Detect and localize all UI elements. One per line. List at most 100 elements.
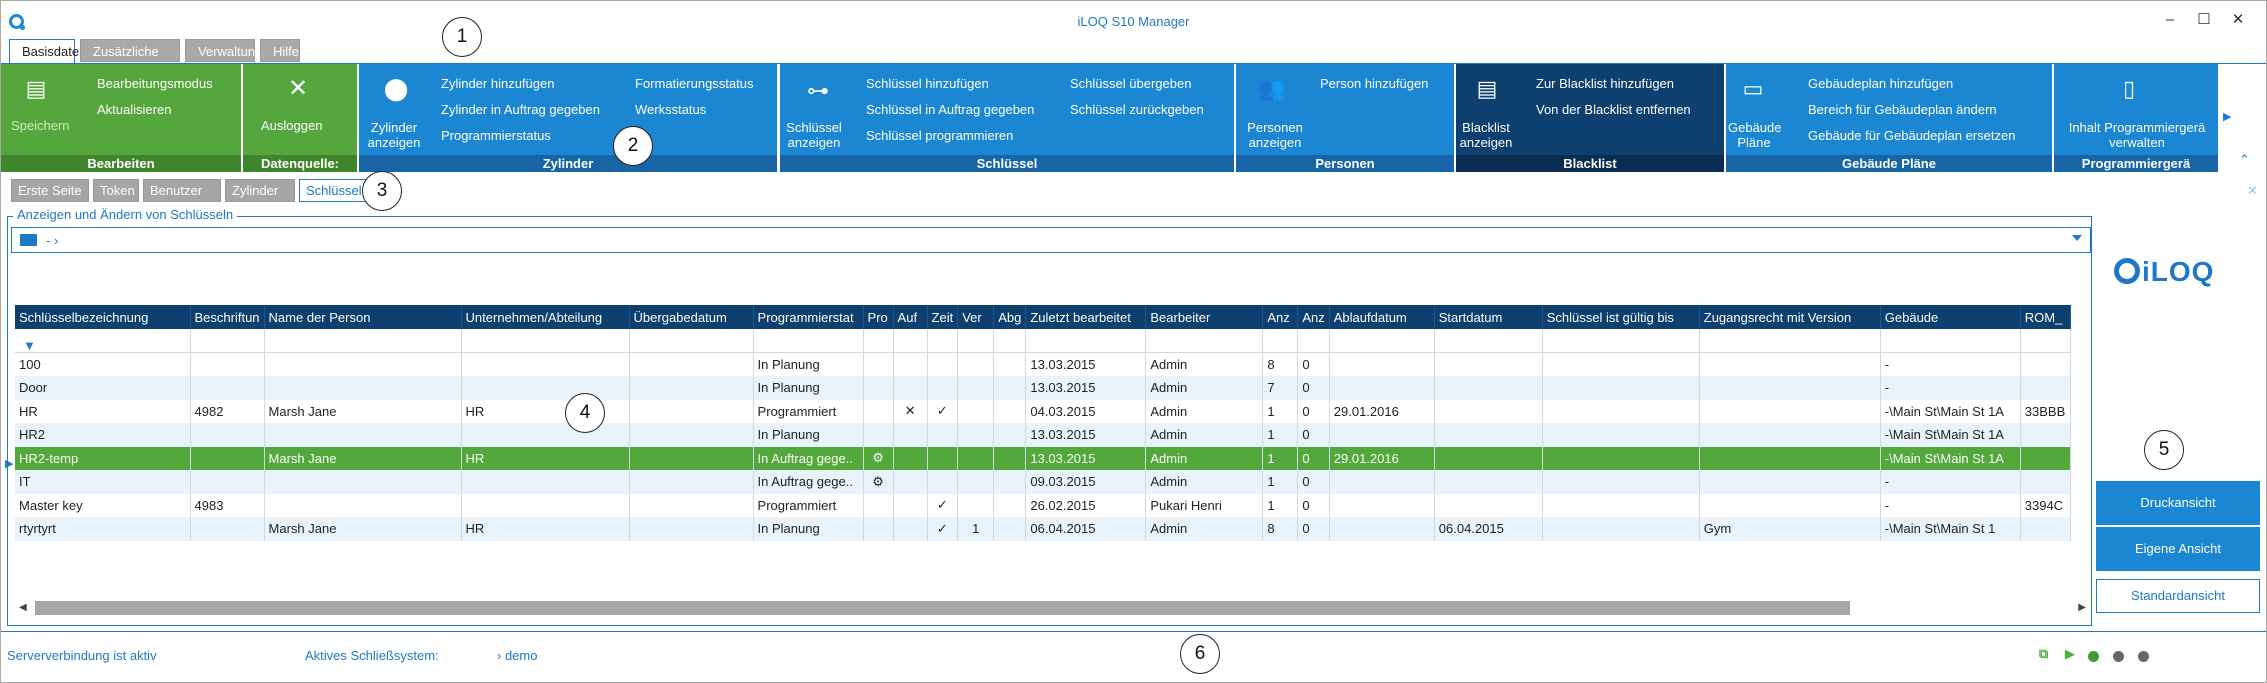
table-row[interactable]: Door In Planung 13.03.2015 Admin 7 0 - xyxy=(15,376,2071,400)
collapse-ribbon-icon[interactable]: ⌃ xyxy=(2239,152,2250,168)
column-header[interactable]: Pro xyxy=(863,305,894,329)
remove-from-blacklist-button[interactable]: Von der Blacklist entfernen xyxy=(1536,102,1691,117)
tab-verwaltung[interactable]: Verwaltung xyxy=(185,39,262,62)
show-persons-button[interactable]: Personen anzeigen xyxy=(1240,120,1310,150)
program-key-button[interactable]: Schlüssel programmieren xyxy=(866,128,1013,143)
column-header[interactable]: Abg xyxy=(993,305,1027,329)
add-key-button[interactable]: Schlüssel hinzufügen xyxy=(866,76,989,91)
change-area-button[interactable]: Bereich für Gebäudeplan ändern xyxy=(1808,102,1997,117)
column-header[interactable]: Gebäude xyxy=(1880,305,2021,329)
tab-benutzer[interactable]: Benutzer xyxy=(143,179,221,202)
key-ordered-button[interactable]: Schlüssel in Auftrag gegeben xyxy=(866,102,1034,117)
add-cylinder-button[interactable]: Zylinder hinzufügen xyxy=(441,76,554,91)
column-header[interactable]: Schlüssel ist gültig bis xyxy=(1542,305,1700,329)
scrollbar-thumb[interactable] xyxy=(35,601,1850,615)
column-header[interactable]: Ver xyxy=(957,305,995,329)
column-header[interactable]: Startdatum xyxy=(1434,305,1543,329)
close-tab-icon[interactable]: ✕ xyxy=(2247,183,2258,199)
table-cell: 0 xyxy=(1297,399,1330,423)
own-view-button[interactable]: Eigene Ansicht xyxy=(2096,527,2260,571)
table-row[interactable]: HR2-temp Marsh Jane HR In Auftrag gege.. ⚙ 13… xyxy=(15,446,2071,470)
standard-view-button[interactable]: Standardansicht xyxy=(2096,579,2260,613)
cylinder-icon: ⬤ xyxy=(383,76,409,101)
refresh-button[interactable]: Aktualisieren xyxy=(97,102,171,117)
tab-zusaetzliche-daten[interactable]: Zusätzliche Daten xyxy=(80,39,180,82)
table-cell xyxy=(957,423,995,447)
ribbon-scroll-right-icon[interactable]: ▶ xyxy=(2223,110,2231,123)
column-header[interactable]: Bearbeiter xyxy=(1145,305,1264,329)
programming-status-button[interactable]: Programmierstatus xyxy=(441,128,551,143)
add-building-plan-button[interactable]: Gebäudeplan hinzufügen xyxy=(1808,76,1953,91)
table-cell xyxy=(893,517,928,541)
logout-button[interactable]: Ausloggen xyxy=(261,118,322,133)
add-person-button[interactable]: Person hinzufügen xyxy=(1320,76,1428,91)
table-cell xyxy=(1434,352,1543,376)
table-row[interactable]: IT In Auftrag gege.. ⚙ 09.03.2015 Admin 1 0 - xyxy=(15,470,2071,494)
print-view-button[interactable]: Druckansicht xyxy=(2096,481,2260,525)
column-header[interactable]: Anz xyxy=(1262,305,1299,329)
column-header[interactable]: Zeit xyxy=(927,305,959,329)
tab-schluessel[interactable]: Schlüssel xyxy=(299,179,367,202)
path-dropdown[interactable]: - › xyxy=(11,227,2091,253)
factory-status-button[interactable]: Werksstatus xyxy=(635,102,706,117)
table-cell xyxy=(461,376,630,400)
column-header[interactable]: Zugangsrecht mit Version xyxy=(1699,305,1881,329)
group-title: Blacklist xyxy=(1456,155,1724,172)
column-header[interactable]: ROM_ xyxy=(2020,305,2071,329)
column-header[interactable]: Zuletzt bearbeitet xyxy=(1025,305,1147,329)
return-key-button[interactable]: Schlüssel zurückgeben xyxy=(1070,102,1204,117)
table-cell xyxy=(893,423,928,447)
table-cell: Admin xyxy=(1145,399,1264,423)
table-row[interactable]: HR 4982 Marsh Jane HR Programmiert ✕ ✓ 04.03.20… xyxy=(15,399,2071,423)
column-header[interactable]: Auf xyxy=(893,305,928,329)
save-button[interactable]: Speichern xyxy=(11,118,70,133)
close-button[interactable]: ✕ xyxy=(2227,11,2249,29)
active-system-value[interactable]: › demo xyxy=(497,648,537,663)
column-header[interactable]: Übergabedatum xyxy=(629,305,754,329)
table-cell: 0 xyxy=(1297,423,1330,447)
column-header[interactable]: Unternehmen/Abteilung xyxy=(461,305,630,329)
horizontal-scrollbar[interactable]: ◀ ▶ xyxy=(15,599,2090,617)
manage-programming-device-button[interactable]: Inhalt Programmiergerä verwalten xyxy=(2056,120,2218,150)
scroll-right-icon[interactable]: ▶ xyxy=(2078,599,2086,617)
minimize-button[interactable]: – xyxy=(2159,11,2181,29)
handover-key-button[interactable]: Schlüssel übergeben xyxy=(1070,76,1191,91)
maximize-button[interactable]: ☐ xyxy=(2193,11,2215,29)
table-cell xyxy=(893,446,928,470)
replace-building-button[interactable]: Gebäude für Gebäudeplan ersetzen xyxy=(1808,128,2015,143)
show-cylinders-button[interactable]: Zylinder anzeigen xyxy=(363,120,425,150)
scroll-left-icon[interactable]: ◀ xyxy=(19,599,27,617)
cylinder-ordered-button[interactable]: Zylinder in Auftrag gegeben xyxy=(441,102,600,117)
show-building-plans-button[interactable]: Gebäude Pläne xyxy=(1728,120,1782,150)
table-cell xyxy=(629,517,754,541)
table-cell xyxy=(1434,399,1543,423)
tab-hilfe[interactable]: Hilfe xyxy=(260,39,300,62)
tab-token[interactable]: Token xyxy=(93,179,139,202)
filter-icon[interactable]: ▼ xyxy=(23,338,36,353)
show-blacklist-button[interactable]: Blacklist anzeigen xyxy=(1458,120,1514,150)
show-keys-button[interactable]: Schlüssel anzeigen xyxy=(784,120,844,150)
table-row[interactable]: HR2 In Planung 13.03.2015 Admin 1 0 -\Main St\… xyxy=(15,423,2071,447)
add-to-blacklist-button[interactable]: Zur Blacklist hinzufügen xyxy=(1536,76,1674,91)
column-header[interactable]: Programmierstat xyxy=(753,305,864,329)
tab-basisdaten[interactable]: Basisdaten xyxy=(9,39,86,64)
column-header[interactable]: Ablaufdatum xyxy=(1329,305,1435,329)
column-header[interactable]: Beschriftun xyxy=(190,305,265,329)
filter-row[interactable] xyxy=(15,329,2071,353)
table-row[interactable]: 100 In Planung 13.03.2015 Admin 8 0 - xyxy=(15,352,2071,376)
table-row[interactable]: Master key 4983 Programmiert ✓ 26.02.2015 Puk… xyxy=(15,493,2071,517)
tab-zylinder[interactable]: Zylinder xyxy=(225,179,295,202)
tab-erste-seite[interactable]: Erste Seite xyxy=(11,179,89,202)
column-header[interactable]: Anz xyxy=(1297,305,1330,329)
table-cell xyxy=(461,470,630,494)
chevron-down-icon[interactable] xyxy=(2072,235,2082,241)
edit-mode-button[interactable]: Bearbeitungsmodus xyxy=(97,76,213,91)
format-status-button[interactable]: Formatierungsstatus xyxy=(635,76,754,91)
column-header[interactable]: Name der Person xyxy=(264,305,462,329)
table-cell xyxy=(927,423,959,447)
table-cell xyxy=(893,376,928,400)
table-cell: Programmiert xyxy=(753,399,864,423)
column-header[interactable]: Schlüsselbezeichnung xyxy=(15,305,191,329)
table-row[interactable]: rtyrtyrt Marsh Jane HR In Planung ✓ 1 06.04.20… xyxy=(15,517,2071,541)
table-cell xyxy=(893,470,928,494)
